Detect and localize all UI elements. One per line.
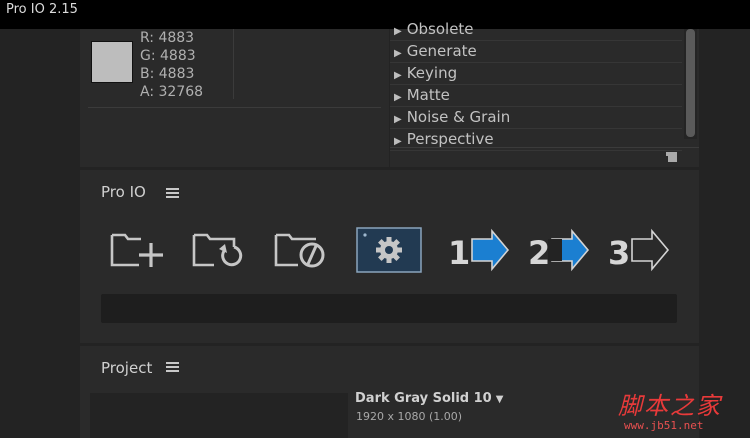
expand-triangle-icon: ▶ — [394, 70, 402, 81]
project-panel-title: Project — [101, 359, 153, 377]
project-menu-icon[interactable] — [166, 362, 179, 372]
alpha-value: A: 32768 — [140, 84, 204, 100]
step-3-label: 3 — [608, 234, 630, 272]
info-divider-horizontal — [88, 107, 381, 108]
dropdown-arrow-icon[interactable]: ▼ — [496, 394, 504, 405]
pro-io-status-bar — [101, 294, 677, 323]
expand-triangle-icon: ▶ — [394, 114, 402, 125]
reload-folder-icon[interactable] — [190, 227, 250, 273]
add-folder-icon[interactable] — [109, 227, 169, 273]
effect-category-keying[interactable]: ▶ Keying — [390, 63, 682, 85]
step-1-arrow-icon[interactable]: 1 — [444, 227, 512, 273]
color-values: R: 4883 G: 4883 B: 4883 A: 32768 — [140, 29, 203, 101]
effect-category-generate[interactable]: ▶ Generate — [390, 41, 682, 63]
expand-triangle-icon: ▶ — [394, 136, 402, 147]
settings-gear-icon[interactable] — [356, 227, 422, 273]
watermark-url: www.jb51.net — [624, 419, 704, 432]
item-thumbnail — [90, 393, 348, 438]
expand-triangle-icon: ▶ — [394, 48, 402, 59]
effect-category-noise-grain[interactable]: ▶ Noise & Grain — [390, 107, 682, 129]
pro-io-panel-title: Pro IO — [101, 183, 146, 201]
project-item-name[interactable]: Dark Gray Solid 10 ▼ — [355, 391, 503, 406]
green-value: G: 4883 — [140, 48, 196, 64]
disable-folder-icon[interactable] — [272, 227, 332, 273]
expand-triangle-icon: ▶ — [394, 26, 402, 37]
project-panel: Project Dark Gray Solid 10 ▼ 1920 x 1080 … — [80, 346, 699, 438]
effect-category-obsolete[interactable]: ▶ Obsolete — [390, 19, 682, 41]
info-panel: R: 4883 G: 4883 B: 4883 A: 32768 — [80, 29, 389, 167]
window-title: Pro IO 2.15 — [6, 2, 78, 17]
effects-scroll-thumb[interactable] — [686, 29, 695, 137]
step-2-arrow-icon[interactable]: 2 — [526, 227, 594, 273]
pro-io-menu-icon[interactable] — [166, 188, 179, 198]
pro-io-panel: Pro IO 1 2 3 — [80, 170, 699, 343]
info-divider-vertical — [233, 29, 234, 99]
color-swatch — [91, 41, 133, 83]
new-bin-icon[interactable] — [664, 152, 677, 162]
step-1-label: 1 — [448, 234, 470, 272]
effects-list: ▶ Obsolete ▶ Generate ▶ Keying ▶ Matte ▶ Nois… — [390, 19, 682, 151]
effects-presets-panel: ▶ Obsolete ▶ Generate ▶ Keying ▶ Matte ▶ Nois… — [390, 20, 699, 167]
effects-scrollbar[interactable] — [684, 29, 697, 139]
project-item-size: 1920 x 1080 (1.00) — [356, 410, 463, 423]
step-2-label: 2 — [528, 234, 550, 272]
step-3-arrow-icon[interactable]: 3 — [608, 227, 676, 273]
expand-triangle-icon: ▶ — [394, 92, 402, 103]
effects-footer — [390, 147, 699, 167]
blue-value: B: 4883 — [140, 66, 195, 82]
effect-category-matte[interactable]: ▶ Matte — [390, 85, 682, 107]
watermark-text: 脚本之家 — [618, 392, 722, 420]
red-value: R: 4883 — [140, 30, 195, 46]
site-watermark: 脚本之家 www.jb51.net — [618, 386, 744, 436]
